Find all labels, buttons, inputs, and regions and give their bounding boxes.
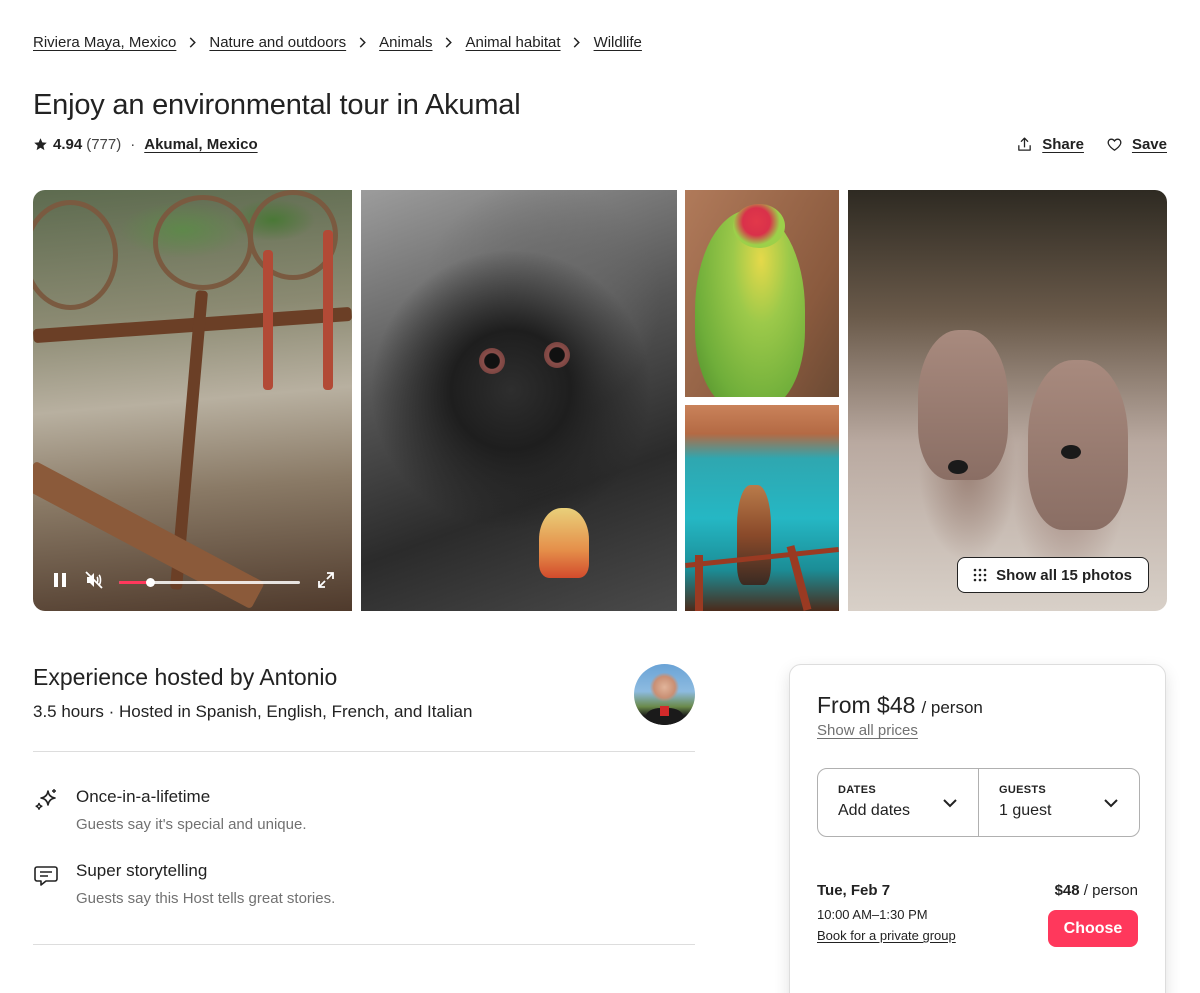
host-subtitle: 3.5 hours · Hosted in Spanish, English, …	[33, 702, 473, 721]
feature-description: Guests say this Host tells great stories…	[76, 890, 336, 907]
ring-shape	[33, 200, 118, 310]
fruit-shape	[539, 508, 589, 578]
gallery-video[interactable]	[33, 190, 352, 611]
dates-picker[interactable]: DATES Add dates	[818, 769, 978, 836]
eye-shape	[544, 342, 570, 368]
video-progress-knob[interactable]	[145, 578, 155, 587]
host-avatar[interactable]	[634, 664, 695, 725]
chevron-right-icon	[571, 37, 583, 49]
listing-meta: 4.94 (777) · Akumal, Mexico	[33, 136, 258, 153]
ring-shape	[153, 195, 253, 290]
slot-price-value: $48	[1054, 882, 1080, 899]
page-title: Enjoy an environmental tour in Akumal	[33, 89, 521, 121]
deer-nose-shape	[948, 460, 968, 474]
deer-nose-shape	[1061, 445, 1081, 459]
show-all-photos-label: Show all 15 photos	[996, 566, 1132, 584]
show-all-prices-link[interactable]: Show all prices	[817, 722, 918, 739]
slot-date: Tue, Feb 7	[817, 882, 891, 899]
deer-shape	[1028, 360, 1128, 530]
slot-price: $48 / person	[1055, 882, 1138, 899]
eye-shape	[479, 348, 505, 374]
mute-button[interactable]	[83, 569, 105, 591]
feature-title: Super storytelling	[76, 861, 208, 880]
share-icon	[1018, 137, 1032, 151]
feature-title: Once-in-a-lifetime	[76, 787, 211, 806]
gallery-photo-cenote[interactable]	[685, 405, 839, 611]
fullscreen-icon	[318, 572, 334, 588]
date-guest-picker: DATES Add dates GUESTS 1 guest	[817, 768, 1140, 837]
pause-icon	[54, 573, 66, 587]
feature-once-in-a-lifetime: Once-in-a-lifetime Guests say it's speci…	[33, 787, 307, 833]
share-button[interactable]: Share	[1016, 136, 1084, 153]
price-unit: / person	[921, 698, 983, 717]
gallery-photo-monkey[interactable]	[361, 190, 677, 611]
feature-description: Guests say it's special and unique.	[76, 816, 307, 833]
fullscreen-button[interactable]	[315, 569, 337, 591]
booking-card: From $48 / person Show all prices DATES …	[789, 664, 1166, 993]
save-button[interactable]: Save	[1106, 136, 1167, 153]
grid-dots-icon	[973, 568, 987, 582]
feature-text: Super storytelling Guests say this Host …	[76, 861, 335, 907]
breadcrumb: Riviera Maya, Mexico Nature and outdoors…	[33, 34, 642, 51]
gallery-photo-deer[interactable]: Show all 15 photos	[848, 190, 1167, 611]
show-all-photos-button[interactable]: Show all 15 photos	[957, 557, 1149, 593]
section-divider	[33, 944, 695, 945]
slot-price-unit: / person	[1083, 882, 1138, 899]
person-shape	[737, 485, 771, 585]
feature-super-storytelling: Super storytelling Guests say this Host …	[33, 861, 335, 907]
video-controls	[33, 551, 352, 611]
location-link[interactable]: Akumal, Mexico	[144, 136, 257, 153]
breadcrumb-link-wildlife[interactable]: Wildlife	[594, 34, 642, 51]
share-label: Share	[1042, 136, 1084, 153]
railing-shape	[695, 555, 703, 611]
meta-separator: ·	[130, 136, 136, 153]
breadcrumb-link-riviera-maya[interactable]: Riviera Maya, Mexico	[33, 34, 176, 51]
breadcrumb-link-nature-outdoors[interactable]: Nature and outdoors	[209, 34, 346, 51]
price-from: From $48	[817, 692, 916, 718]
parrot-head-shape	[733, 204, 785, 248]
listing-actions: Share Save	[1016, 136, 1167, 153]
feature-text: Once-in-a-lifetime Guests say it's speci…	[76, 787, 307, 833]
deer-shape	[918, 330, 1008, 480]
private-group-link[interactable]: Book for a private group	[817, 928, 956, 943]
choose-button[interactable]: Choose	[1048, 910, 1138, 947]
sparkles-icon	[35, 789, 56, 810]
gallery-photo-parrot[interactable]	[685, 190, 839, 397]
chevron-down-icon	[1104, 799, 1118, 808]
breadcrumb-link-animal-habitat[interactable]: Animal habitat	[466, 34, 561, 51]
chevron-right-icon	[443, 37, 455, 49]
section-divider	[33, 751, 695, 752]
avatar-scarf-shape	[660, 706, 669, 716]
price-row: From $48 / person	[817, 692, 983, 719]
rating-value: 4.94	[53, 136, 83, 153]
post-shape	[323, 230, 333, 390]
pause-button[interactable]	[49, 569, 71, 591]
star-icon	[33, 137, 48, 152]
chevron-right-icon	[356, 37, 368, 49]
host-title: Experience hosted by Antonio	[33, 664, 338, 690]
chevron-down-icon	[943, 799, 957, 808]
guests-picker[interactable]: GUESTS 1 guest	[978, 769, 1139, 836]
slot-time: 10:00 AM–1:30 PM	[817, 907, 928, 922]
save-label: Save	[1131, 136, 1167, 153]
chat-bubble-icon	[34, 866, 58, 886]
chevron-right-icon	[186, 37, 198, 49]
video-progress-bar[interactable]	[119, 578, 300, 587]
photo-gallery: Show all 15 photos	[33, 190, 1167, 611]
post-shape	[263, 250, 273, 390]
muted-speaker-icon	[85, 571, 103, 589]
breadcrumb-link-animals[interactable]: Animals	[379, 34, 432, 51]
review-count[interactable]: (777)	[86, 136, 121, 153]
heart-icon	[1107, 138, 1122, 151]
